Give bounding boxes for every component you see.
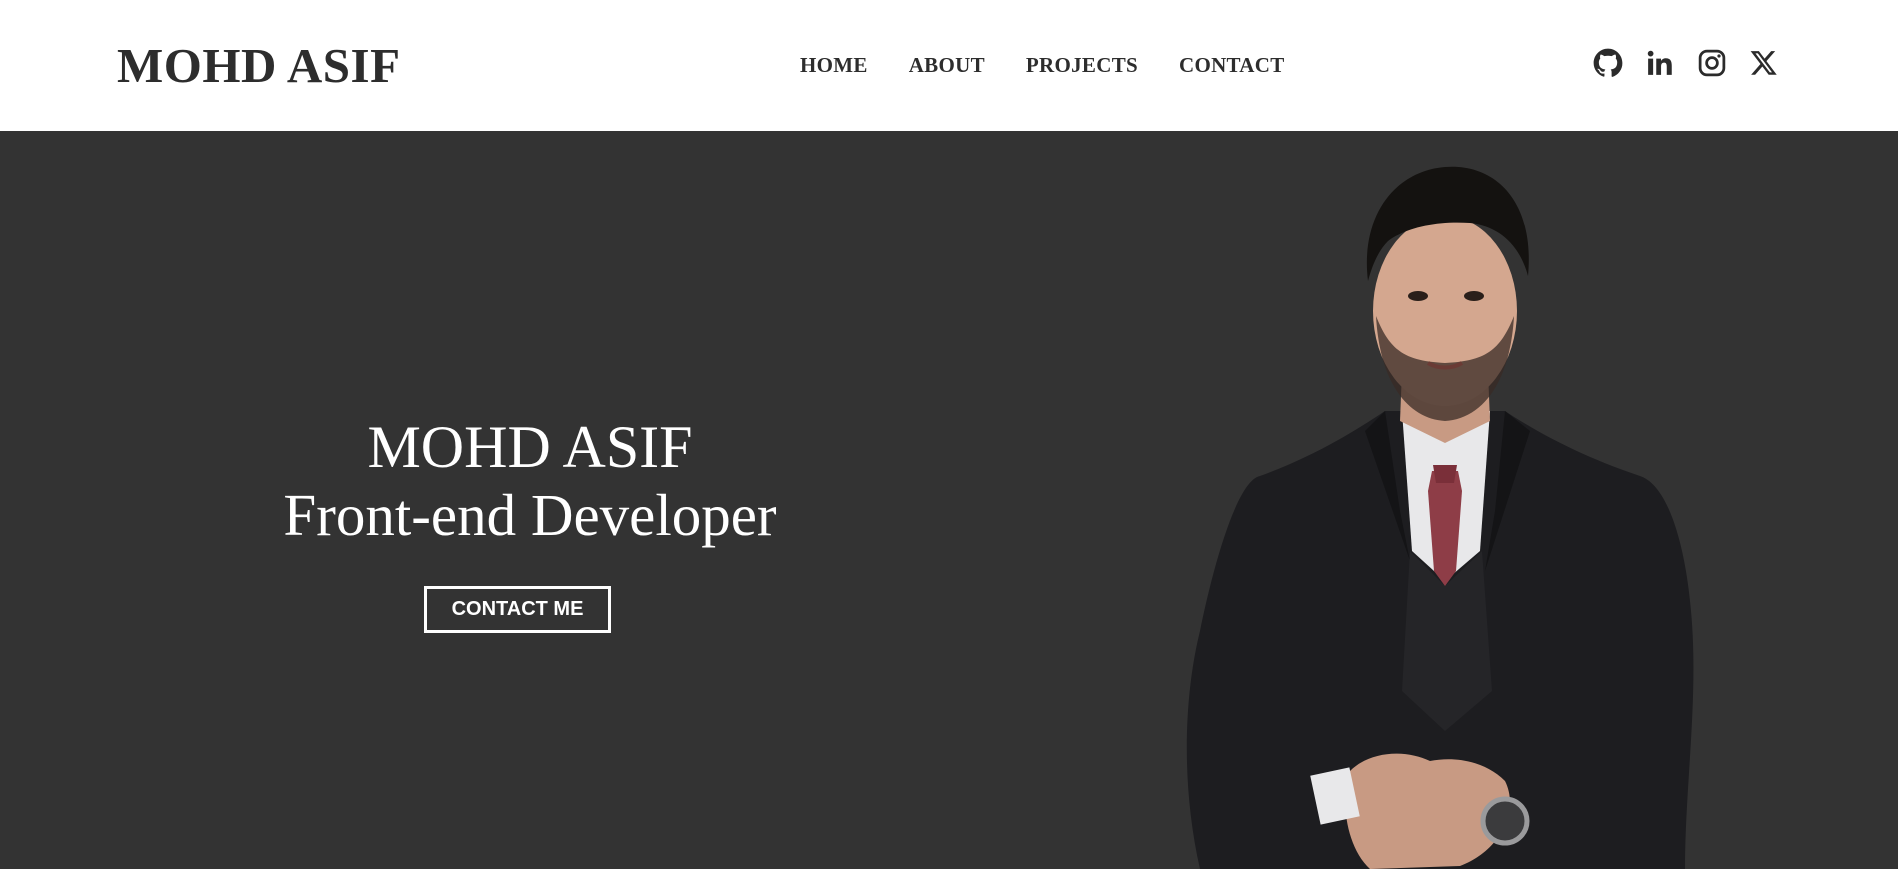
hero-role: Front-end Developer (283, 482, 777, 548)
nav-links: HOME ABOUT PROJECTS CONTACT (800, 50, 1285, 80)
navbar: MOHD ASIF HOME ABOUT PROJECTS CONTACT (0, 0, 1898, 131)
portrait-photo (1140, 131, 1710, 869)
brand-logo-text[interactable]: MOHD ASIF (117, 36, 401, 96)
nav-link-projects[interactable]: PROJECTS (1026, 50, 1138, 80)
nav-link-home[interactable]: HOME (800, 50, 868, 80)
hero-text: MOHD ASIF Front-end Developer (230, 414, 830, 550)
nav-link-about[interactable]: ABOUT (909, 50, 985, 80)
github-icon[interactable] (1592, 47, 1624, 79)
x-twitter-icon[interactable] (1748, 47, 1780, 79)
nav-item-projects: PROJECTS (1026, 50, 1179, 80)
social-links (1592, 47, 1780, 79)
instagram-icon[interactable] (1696, 47, 1728, 79)
nav-item-home: HOME (800, 50, 909, 80)
portrait-watch (1480, 796, 1530, 846)
nav-item-contact: CONTACT (1179, 50, 1285, 80)
hero-name: MOHD ASIF (367, 414, 693, 480)
nav-item-about: ABOUT (909, 50, 1026, 80)
contact-me-button[interactable]: CONTACT ME (424, 586, 611, 633)
hero-section: MOHD ASIF Front-end Developer CONTACT ME (0, 131, 1898, 869)
linkedin-icon[interactable] (1644, 47, 1676, 79)
nav-link-contact[interactable]: CONTACT (1179, 50, 1285, 80)
